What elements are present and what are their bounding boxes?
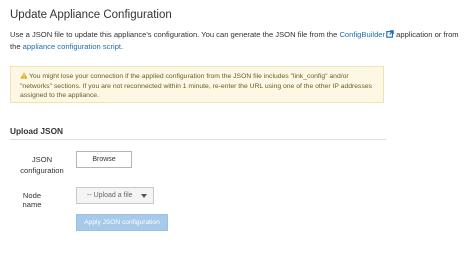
- section-divider: [10, 139, 386, 140]
- node-name-label: Node name: [22, 191, 42, 209]
- page-title: Update Appliance Configuration: [10, 9, 172, 21]
- warning-icon: [20, 72, 28, 79]
- upload-json-section-title: Upload JSON: [10, 126, 64, 136]
- intro-text: Use a JSON file to update this appliance…: [10, 29, 470, 53]
- external-link-icon: [386, 30, 394, 38]
- appliance-configuration-script-link[interactable]: appliance configuration script: [23, 42, 121, 51]
- browse-button[interactable]: Browse: [76, 151, 132, 168]
- configbuilder-link[interactable]: ConfigBuilder: [339, 30, 394, 39]
- intro-text-part-3: .: [121, 42, 124, 51]
- intro-text-part-1: Use a JSON file to update this appliance…: [10, 30, 340, 39]
- configbuilder-link-label: ConfigBuilder: [339, 30, 386, 39]
- warning-alert: You might lose your connection if the ap…: [10, 66, 384, 103]
- chevron-down-icon: [141, 194, 147, 198]
- warning-text: You might lose your connection if the ap…: [20, 73, 373, 100]
- node-name-select[interactable]: -- Upload a file: [76, 187, 154, 204]
- update-appliance-configuration-page: Update Appliance Configuration Use a JSO…: [0, 0, 474, 253]
- apply-json-configuration-button[interactable]: Apply JSON configuration: [76, 214, 168, 231]
- json-configuration-label: JSON configuration: [20, 155, 64, 175]
- node-name-selected-value: -- Upload a file: [87, 192, 133, 199]
